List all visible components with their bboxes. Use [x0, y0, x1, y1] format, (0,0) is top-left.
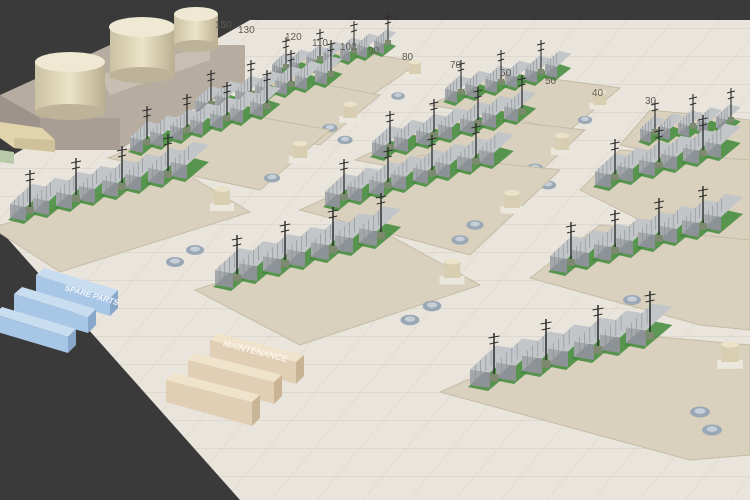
transformer — [611, 247, 619, 254]
transformer — [537, 69, 545, 75]
transformer — [26, 207, 34, 214]
industrial-site-render: 150 130120110 100 90807060504030 SPARE PART… — [0, 7, 750, 500]
transformer — [280, 260, 290, 268]
row-marker: 110 — [312, 38, 328, 49]
row-marker: 40 — [592, 88, 604, 99]
transformer — [541, 360, 551, 368]
transformer — [223, 115, 231, 122]
row-marker: 70 — [450, 60, 462, 71]
transformer — [689, 123, 697, 129]
transformer — [611, 174, 619, 181]
row-marker: 150 — [215, 20, 232, 31]
transformer — [645, 332, 655, 340]
transformer — [489, 374, 499, 382]
row-marker: 120 — [285, 32, 302, 43]
transformer — [328, 246, 338, 254]
transformer — [727, 117, 735, 123]
transformer — [384, 182, 392, 189]
transformer — [287, 81, 295, 87]
transformer — [340, 194, 348, 201]
transformer — [428, 170, 436, 177]
row-marker: 100 — [340, 42, 357, 53]
row-marker: 90 — [368, 46, 380, 57]
row-marker: 50 — [545, 76, 557, 87]
transformer — [183, 127, 191, 134]
transformer — [457, 89, 465, 95]
transformer — [655, 235, 663, 242]
transformer — [518, 108, 526, 115]
transformer — [317, 56, 323, 62]
row-marker: 60 — [500, 68, 512, 79]
transformer — [699, 223, 707, 230]
row-marker: 30 — [645, 96, 657, 107]
transformer — [385, 40, 391, 46]
storage-tank — [35, 52, 105, 120]
transformer — [593, 346, 603, 354]
transformer — [263, 103, 271, 110]
row-marker: 130 — [238, 25, 255, 36]
transformer — [143, 139, 151, 146]
transformer — [232, 274, 242, 282]
storage-tank — [109, 17, 175, 83]
transformer — [699, 150, 707, 157]
transformer — [376, 232, 386, 240]
transformer — [72, 195, 80, 202]
transformer — [164, 171, 172, 178]
transformer — [567, 259, 575, 266]
transformer — [472, 158, 480, 165]
transformer — [327, 71, 335, 77]
transformer — [118, 183, 126, 190]
transformer — [655, 162, 663, 169]
row-marker: 80 — [402, 52, 414, 63]
transformer — [497, 79, 505, 85]
storage-tank — [174, 7, 218, 52]
